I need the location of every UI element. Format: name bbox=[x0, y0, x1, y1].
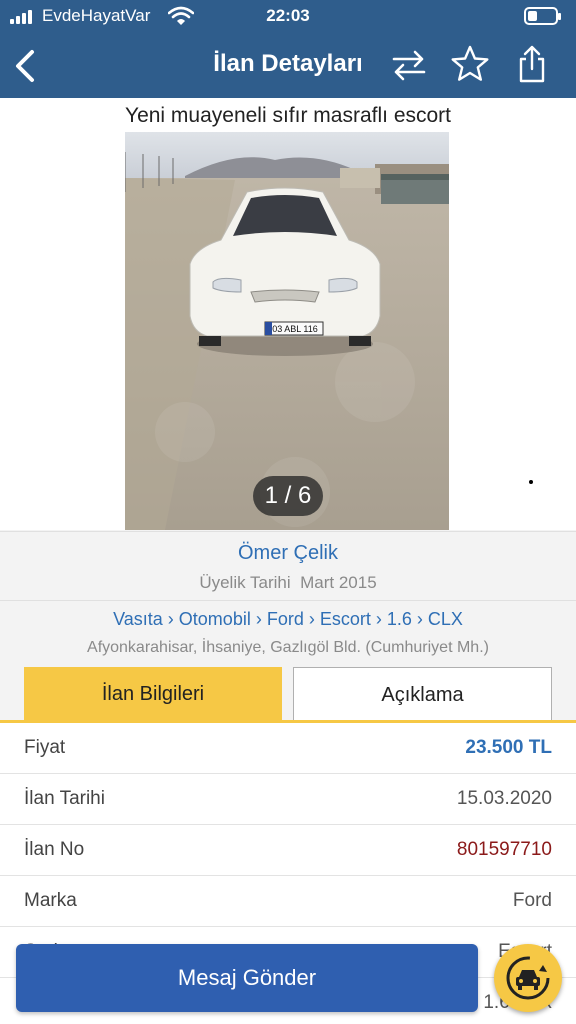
listing-detail-screen: EvdeHayatVar 22:03 İlan Detayları Yeni m… bbox=[0, 0, 576, 1024]
photo-gallery[interactable]: 03 ABL 116 bbox=[0, 132, 576, 530]
table-row: İlan No 801597710 bbox=[0, 825, 576, 876]
category-breadcrumb[interactable]: Vasıta › Otomobil › Ford › Escort › 1.6 … bbox=[0, 609, 576, 630]
seller-name-link[interactable]: Ömer Çelik bbox=[0, 542, 576, 565]
location-text: Afyonkarahisar, İhsaniye, Gazlıgöl Bld. … bbox=[87, 639, 489, 656]
member-since-value: Mart 2015 bbox=[300, 573, 377, 592]
member-since-label: Üyelik Tarihi bbox=[199, 573, 291, 592]
swap-arrows-icon[interactable] bbox=[390, 48, 428, 82]
tab-description[interactable]: Açıklama bbox=[293, 667, 552, 721]
detail-key: Marka bbox=[24, 890, 77, 911]
detail-key: İlan No bbox=[24, 839, 85, 860]
car-photo[interactable]: 03 ABL 116 bbox=[125, 132, 449, 530]
table-row: İlan Tarihi 15.03.2020 bbox=[0, 774, 576, 825]
detail-value: Ford bbox=[512, 890, 552, 911]
member-since: Üyelik Tarihi Mart 2015 bbox=[0, 573, 576, 593]
license-plate: 03 ABL 116 bbox=[272, 324, 318, 334]
battery-icon bbox=[524, 7, 561, 25]
star-icon[interactable] bbox=[450, 44, 490, 84]
tab-listing-info[interactable]: İlan Bilgileri bbox=[24, 667, 282, 721]
listing-title: Yeni muayeneli sıfır masraflı escort bbox=[0, 98, 576, 132]
car-icon bbox=[506, 956, 550, 1000]
table-row: Fiyat 23.500 TL bbox=[0, 723, 576, 774]
category-section: Vasıta › Otomobil › Ford › Escort › 1.6 … bbox=[0, 601, 576, 665]
page-indicator-dot bbox=[529, 480, 533, 484]
price-value: 23.500 TL bbox=[465, 737, 552, 758]
car-action-button[interactable] bbox=[494, 944, 562, 1012]
share-icon[interactable] bbox=[514, 44, 550, 84]
seller-section: Ömer Çelik Üyelik Tarihi Mart 2015 bbox=[0, 531, 576, 601]
header-bar: EvdeHayatVar 22:03 İlan Detayları bbox=[0, 0, 576, 98]
detail-value: 15.03.2020 bbox=[456, 788, 552, 809]
table-row: Marka Ford bbox=[0, 876, 576, 927]
send-message-button[interactable]: Mesaj Gönder bbox=[16, 944, 478, 1012]
detail-key: İlan Tarihi bbox=[24, 788, 105, 809]
clock: 22:03 bbox=[266, 6, 310, 25]
status-bar: EvdeHayatVar 22:03 bbox=[0, 0, 576, 34]
detail-key: Fiyat bbox=[24, 737, 66, 758]
photo-counter: 1 / 6 bbox=[253, 476, 323, 516]
listing-number-value: 801597710 bbox=[456, 839, 552, 860]
